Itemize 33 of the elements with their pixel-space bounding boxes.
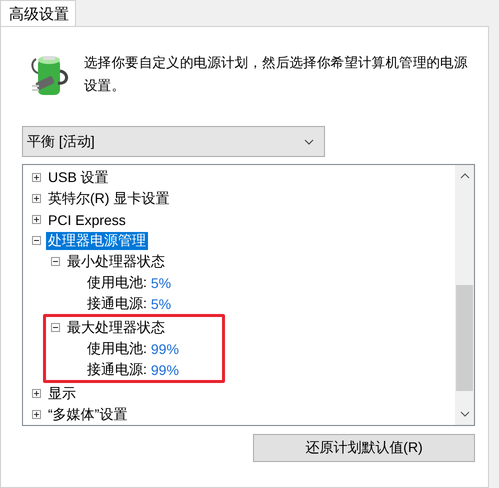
- chevron-down-icon: [304, 138, 314, 144]
- expander-icon[interactable]: [32, 236, 41, 245]
- tree-item[interactable]: USB 设置: [48, 168, 109, 186]
- tree-item[interactable]: 最小处理器状态: [67, 252, 165, 270]
- scroll-thumb[interactable]: [456, 285, 473, 391]
- tree-item[interactable]: 处理器电源管理: [46, 232, 148, 250]
- setting-value[interactable]: 99%: [150, 362, 179, 378]
- scroll-up-icon[interactable]: [460, 173, 470, 179]
- tree-item[interactable]: 显示: [48, 384, 76, 402]
- setting-label: 使用电池:: [87, 274, 147, 292]
- expander-icon[interactable]: [51, 323, 60, 332]
- expander-icon[interactable]: [32, 389, 41, 398]
- tree-item[interactable]: 英特尔(R) 显卡设置: [48, 190, 170, 208]
- scrollbar[interactable]: [455, 165, 474, 425]
- tree-item[interactable]: “多媒体”设置: [48, 406, 128, 424]
- expander-icon[interactable]: [32, 173, 41, 182]
- restore-defaults-button[interactable]: 还原计划默认值(R): [253, 434, 475, 462]
- setting-value[interactable]: 5%: [150, 296, 172, 312]
- setting-label: 接通电源:: [87, 360, 147, 378]
- setting-label: 使用电池:: [87, 340, 147, 358]
- expander-icon[interactable]: [32, 410, 41, 419]
- tab[interactable]: 高级设置: [0, 0, 76, 27]
- expander-icon[interactable]: [32, 215, 41, 224]
- setting-value[interactable]: 5%: [150, 274, 172, 290]
- description-text: 选择你要自定义的电源计划，然后选择你希望计算机管理的电源设置。: [84, 54, 469, 95]
- tree-item[interactable]: PCI Express: [48, 212, 126, 228]
- setting-value[interactable]: 99%: [150, 340, 179, 356]
- plan-dropdown[interactable]: 平衡 [活动]: [22, 126, 325, 157]
- tree-item[interactable]: 最大处理器状态: [67, 318, 165, 336]
- expander-icon[interactable]: [51, 257, 60, 266]
- setting-label: 接通电源:: [87, 294, 147, 312]
- expander-icon[interactable]: [32, 194, 41, 203]
- scroll-down-icon[interactable]: [460, 411, 470, 417]
